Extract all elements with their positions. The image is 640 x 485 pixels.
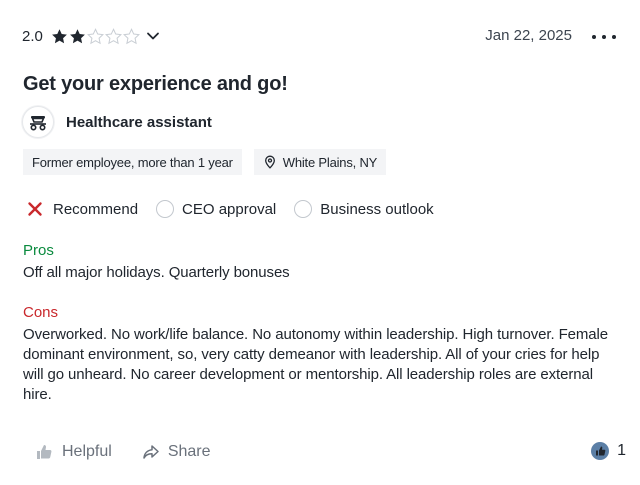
star-rating [51, 27, 141, 45]
helpful-count: 1 [617, 442, 626, 459]
helpful-button[interactable]: Helpful [34, 442, 112, 462]
ceo-approval-label: CEO approval [182, 200, 277, 218]
review-date: Jan 22, 2025 [485, 27, 572, 44]
sentiment-row: Recommend CEO approval Business outlook [27, 200, 452, 218]
role-row: Healthcare assistant [22, 106, 212, 138]
employment-tag: Former employee, more than 1 year [23, 149, 242, 175]
dot [602, 35, 606, 39]
map-pin-icon [264, 155, 275, 169]
neutral-circle-icon [156, 200, 175, 218]
x-icon [28, 202, 42, 216]
dot [592, 35, 596, 39]
location-tag: White Plains, NY [253, 149, 387, 175]
rating-row: 2.0 [22, 24, 161, 48]
pros-text: Off all major holidays. Quarterly bonuse… [23, 264, 290, 281]
star-icon [69, 28, 85, 43]
review-title: Get your experience and go! [23, 73, 288, 95]
ceo-approval-item: CEO approval [156, 200, 276, 218]
dot [612, 35, 616, 39]
business-outlook-label: Business outlook [320, 200, 434, 218]
reaction-badge-icon [591, 442, 610, 460]
cons-heading: Cons [23, 304, 59, 321]
chevron-down-icon[interactable] [145, 28, 161, 44]
star-icon [51, 28, 67, 43]
review-card: 2.0 Jan 22, 2025 Get your experience and… [0, 0, 640, 485]
star-empty-icon [86, 27, 104, 44]
share-label: Share [167, 443, 211, 460]
review-actions: Helpful Share [34, 442, 241, 462]
business-outlook-item: Business outlook [294, 200, 434, 218]
neutral-circle-icon [294, 200, 313, 218]
reaction-count: 1 [591, 442, 626, 460]
share-button[interactable]: Share [142, 443, 211, 461]
share-icon [143, 445, 159, 459]
healthcare-icon [22, 106, 54, 138]
meta-tags: Former employee, more than 1 year White … [23, 149, 398, 175]
star-empty-icon [104, 27, 122, 44]
thumbs-up-icon [37, 445, 52, 459]
pros-heading: Pros [23, 242, 54, 259]
rating-value: 2.0 [22, 27, 43, 45]
recommend-label: Recommend [53, 200, 139, 218]
more-dots-icon[interactable] [592, 30, 616, 44]
star-empty-icon [122, 27, 140, 44]
recommend-item: Recommend [27, 201, 138, 218]
cons-text: Overworked. No work/life balance. No aut… [23, 326, 609, 403]
helpful-label: Helpful [62, 443, 112, 460]
job-title: Healthcare assistant [66, 113, 212, 131]
location-label: White Plains, NY [282, 154, 378, 170]
